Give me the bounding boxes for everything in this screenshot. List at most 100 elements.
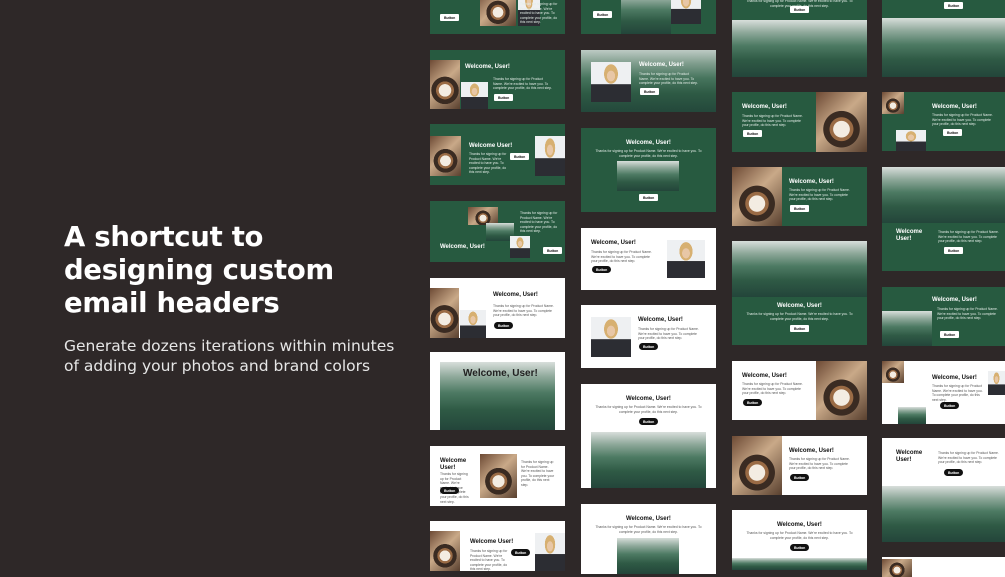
email-template-card[interactable]: Welcome, User! Thanks for signing up for… xyxy=(732,510,867,570)
email-template-card[interactable]: Welcome, User! Thanks for signing up for… xyxy=(732,436,867,495)
email-template-card[interactable] xyxy=(882,557,1005,577)
coffee-photo xyxy=(430,136,461,176)
email-template-card[interactable]: Thanks for signing up for Product Name. … xyxy=(430,201,565,262)
email-template-card[interactable]: Welcome User! Thanks for signing up for … xyxy=(430,446,565,506)
cta-button[interactable]: Button xyxy=(510,153,530,160)
coffee-photo xyxy=(480,0,516,26)
coffee-photo xyxy=(816,361,867,420)
email-title: Welcome, User! xyxy=(742,104,787,110)
cta-button[interactable]: Button xyxy=(944,469,964,476)
person-photo xyxy=(896,130,926,151)
coffee-photo xyxy=(732,436,782,495)
cta-button[interactable]: Button xyxy=(640,88,660,95)
email-template-card[interactable]: Welcome, User! Thanks for signing up for… xyxy=(732,241,867,345)
forest-photo xyxy=(882,486,1005,542)
email-body: Thanks for signing up for Product Name. … xyxy=(493,304,554,318)
email-body: Thanks for signing up for Product Name. … xyxy=(639,72,698,86)
email-title: Welcome, User! xyxy=(493,292,538,298)
cta-button[interactable]: Button xyxy=(593,11,613,18)
cta-button[interactable]: Button xyxy=(940,331,960,338)
person-photo xyxy=(988,371,1005,395)
email-template-card[interactable]: Button xyxy=(581,0,716,34)
email-body: Thanks for signing up for Product Name. … xyxy=(938,451,999,465)
email-title: Welcome, User! xyxy=(638,317,683,323)
email-title: Welcome, User! xyxy=(789,448,834,454)
hero-subhead: Generate dozens iterations within minute… xyxy=(64,337,395,375)
cta-button[interactable]: Button xyxy=(639,418,659,425)
person-photo xyxy=(510,236,530,258)
cta-button[interactable]: Button xyxy=(494,94,514,101)
cta-button[interactable]: Button xyxy=(440,487,460,494)
email-template-card[interactable]: Welcome, User! Thanks for signing up for… xyxy=(882,92,1005,151)
email-template-card[interactable]: Welcome, User! Thanks for signing up for… xyxy=(581,305,716,368)
email-template-card[interactable]: Welcome, User! Thanks for signing up for… xyxy=(732,361,867,420)
cta-button[interactable]: Button xyxy=(940,402,960,409)
email-template-card[interactable]: Welcome, User! xyxy=(430,352,565,430)
email-template-card[interactable]: Welcome, User! Thanks for signing up for… xyxy=(581,384,716,488)
email-template-card[interactable]: Welcome User! Thanks for signing up for … xyxy=(430,521,565,571)
email-template-card[interactable]: Welcome, User! Thanks for signing up for… xyxy=(581,504,716,574)
email-title: Welcome, User! xyxy=(932,297,977,303)
cta-button[interactable]: Button xyxy=(440,14,460,21)
email-template-card[interactable]: Welcome, User! Thanks for signing up for… xyxy=(732,167,867,226)
email-title: Welcome, User! xyxy=(591,240,636,246)
email-template-card[interactable]: Welcome, User! Thanks for signing up for… xyxy=(581,128,716,212)
email-template-card[interactable]: Welcome, User! Thanks for signing up for… xyxy=(581,228,716,290)
cta-button[interactable]: Button xyxy=(790,6,810,13)
cta-button[interactable]: Button xyxy=(944,2,964,9)
email-title: Welcome User! xyxy=(896,229,923,242)
email-title: Welcome, User! xyxy=(465,64,510,70)
email-template-card[interactable]: Welcome, User! Thanks for signing up for… xyxy=(882,287,1005,346)
email-template-card[interactable]: Button xyxy=(882,0,1005,77)
forest-photo xyxy=(732,20,867,77)
forest-photo xyxy=(621,0,671,34)
cta-button[interactable]: Button xyxy=(511,549,531,556)
email-body: Thanks for signing up for Product Name. … xyxy=(638,327,699,341)
email-body: Thanks for signing up for Product Name. … xyxy=(591,250,652,264)
email-template-card[interactable]: Welcome, User! Thanks for signing up for… xyxy=(732,92,867,152)
cta-button[interactable]: Button xyxy=(639,194,659,201)
email-title: Welcome, User! xyxy=(639,62,684,68)
email-template-card[interactable]: Welcome User! Thanks for signing up for … xyxy=(430,124,565,185)
coffee-photo xyxy=(882,361,904,383)
email-body: Thanks for signing up for Product Name. … xyxy=(520,2,558,25)
email-template-card[interactable]: Welcome, User! Thanks for signing up for… xyxy=(430,278,565,338)
email-body: Thanks for signing up for Product Name. … xyxy=(932,384,983,402)
cta-button[interactable]: Button xyxy=(790,544,810,551)
hero: A shortcut to designing custom email hea… xyxy=(64,221,404,376)
email-body: Thanks for signing up for Product Name. … xyxy=(595,525,702,534)
coffee-photo xyxy=(882,92,904,114)
email-title: Welcome User! xyxy=(469,143,513,149)
coffee-photo xyxy=(882,559,912,577)
email-body: Thanks for signing up for Product Name. … xyxy=(937,307,998,321)
email-template-card[interactable]: Welcome User! Thanks for signing up for … xyxy=(882,167,1005,271)
email-body: Thanks for signing up for Product Name. … xyxy=(789,457,850,471)
email-template-card[interactable]: Welcome, User! Thanks for signing up for… xyxy=(882,361,1005,424)
email-template-card[interactable]: Welcome User! Thanks for signing up for … xyxy=(882,438,1005,542)
cta-button[interactable]: Button xyxy=(743,399,763,406)
cta-button[interactable]: Button xyxy=(592,266,612,273)
email-body: Thanks for signing up for Product Name. … xyxy=(746,531,853,540)
person-photo xyxy=(535,533,565,571)
email-template-card[interactable]: Welcome, User! Thanks for signing up for… xyxy=(430,50,565,109)
cta-button[interactable]: Button xyxy=(494,322,514,329)
cta-button[interactable]: Button xyxy=(790,474,810,481)
cta-button[interactable]: Button xyxy=(944,247,964,254)
forest-photo xyxy=(882,311,932,346)
forest-photo xyxy=(617,538,679,574)
email-body: Thanks for signing up for Product Name. … xyxy=(938,230,999,244)
cta-button[interactable]: Button xyxy=(790,205,810,212)
cta-button[interactable]: Button xyxy=(543,247,563,254)
email-title: Welcome, User! xyxy=(932,104,977,110)
email-template-card[interactable]: Button Thanks for signing up for Product… xyxy=(430,0,565,34)
cta-button[interactable]: Button xyxy=(943,129,963,136)
forest-photo xyxy=(882,167,1005,223)
email-title: Welcome, User! xyxy=(777,522,822,528)
cta-button[interactable]: Button xyxy=(639,343,659,350)
cta-button[interactable]: Button xyxy=(790,325,810,332)
email-template-card[interactable]: Welcome, User! Thanks for signing up for… xyxy=(581,50,716,112)
email-title: Welcome, User! xyxy=(777,303,822,309)
person-photo xyxy=(591,62,631,102)
cta-button[interactable]: Button xyxy=(743,130,763,137)
email-template-card[interactable]: Thanks for signing up for Product Name. … xyxy=(732,0,867,77)
